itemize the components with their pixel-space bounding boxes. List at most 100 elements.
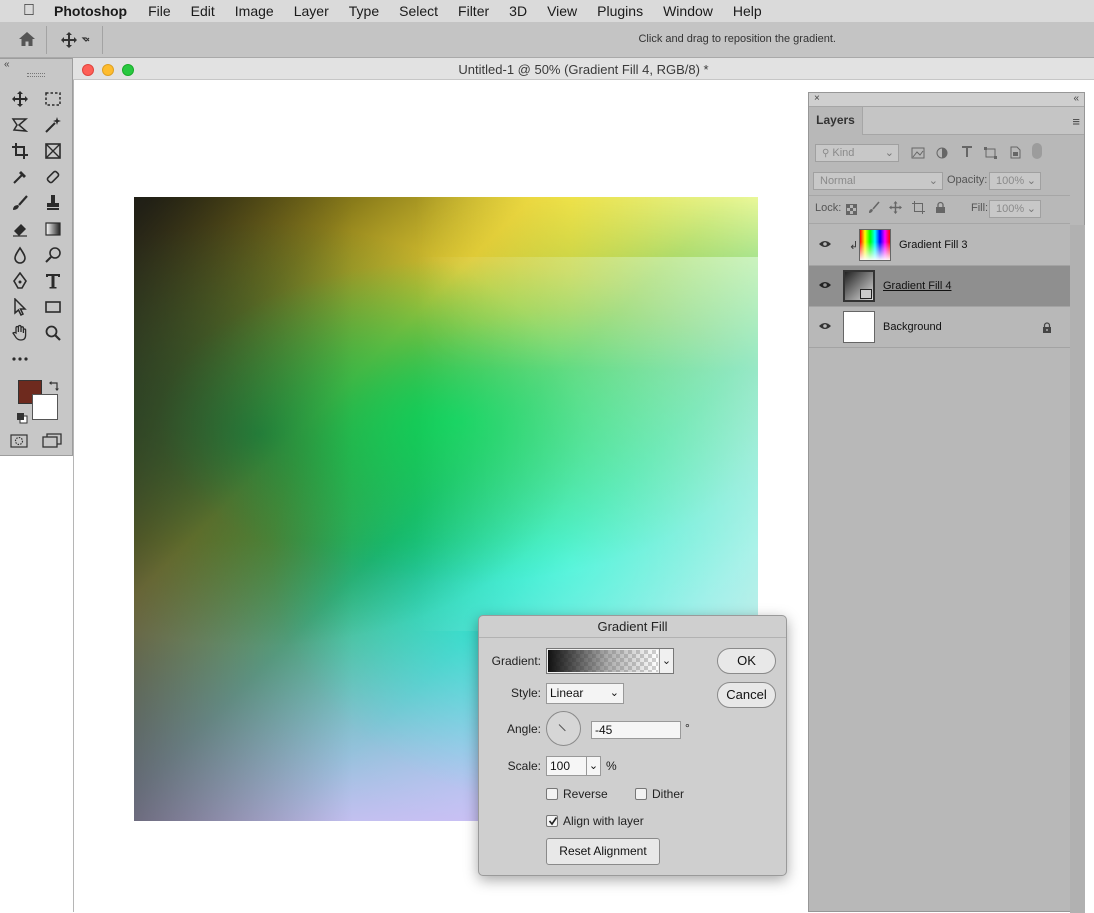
fill-value: 100% <box>996 203 1025 215</box>
collapse-panel-icon[interactable]: « <box>1073 93 1079 104</box>
crop-tool-icon[interactable] <box>8 140 32 162</box>
filter-adjustment-icon[interactable] <box>936 146 948 164</box>
chevron-down-icon[interactable]: ⌄ <box>586 757 600 775</box>
layer-row-gradient-fill-4[interactable]: Gradient Fill 4 <box>809 266 1070 307</box>
angle-dial-needle <box>558 724 566 732</box>
close-panel-icon[interactable]: × <box>814 93 820 104</box>
apple-icon[interactable]:  <box>18 2 40 20</box>
menu-file[interactable]: File <box>148 3 171 19</box>
frame-tool-icon[interactable] <box>41 140 65 162</box>
filter-toggle-switch[interactable] <box>1032 143 1042 159</box>
layer-thumbnail <box>843 270 875 302</box>
lock-all-icon[interactable] <box>935 201 946 219</box>
menu-image[interactable]: Image <box>235 3 274 19</box>
filter-kind-label: Kind <box>832 147 855 159</box>
angle-label: Angle: <box>506 722 541 736</box>
style-select[interactable]: Linear ⌄ <box>546 683 624 704</box>
blur-tool-icon[interactable] <box>8 244 32 266</box>
panel-menu-icon[interactable]: ≡ <box>1072 114 1080 129</box>
reset-alignment-button[interactable]: Reset Alignment <box>546 838 660 865</box>
lock-label: Lock: <box>815 202 842 214</box>
menu-view[interactable]: View <box>547 3 577 19</box>
collapse-panel-icon[interactable]: « <box>4 59 10 70</box>
eyedropper-tool-icon[interactable] <box>8 166 32 188</box>
menu-bar:  Photoshop File Edit Image Layer Type S… <box>0 0 1094 22</box>
lock-icon <box>1043 322 1051 333</box>
move-tool-icon[interactable] <box>8 88 32 110</box>
menu-edit[interactable]: Edit <box>191 3 215 19</box>
layer-row-gradient-fill-3[interactable]: ↲ Gradient Fill 3 <box>809 225 1070 266</box>
move-tool-preset-icon[interactable] <box>60 31 90 54</box>
rectangle-tool-icon[interactable] <box>41 296 65 318</box>
eraser-tool-icon[interactable] <box>8 218 32 240</box>
cancel-button[interactable]: Cancel <box>717 682 776 708</box>
dodge-tool-icon[interactable] <box>41 244 65 266</box>
filter-shape-icon[interactable] <box>984 146 997 164</box>
ok-button[interactable]: OK <box>717 648 776 674</box>
fill-label: Fill: <box>971 202 989 214</box>
layer-name[interactable]: Background <box>883 321 942 333</box>
menu-filter[interactable]: Filter <box>458 3 489 19</box>
zoom-tool-icon[interactable] <box>41 322 65 344</box>
clone-stamp-tool-icon[interactable] <box>41 192 65 214</box>
opacity-input[interactable]: 100% ⌄ <box>989 172 1041 190</box>
menu-help[interactable]: Help <box>733 3 762 19</box>
align-with-layer-checkbox[interactable] <box>546 815 558 827</box>
layer-name[interactable]: Gradient Fill 3 <box>899 239 967 251</box>
menu-window[interactable]: Window <box>663 3 713 19</box>
visibility-eye-icon[interactable] <box>818 321 832 331</box>
menu-select[interactable]: Select <box>399 3 438 19</box>
path-selection-tool-icon[interactable] <box>8 296 32 318</box>
tab-layers[interactable]: Layers <box>809 107 863 135</box>
filter-pixel-icon[interactable] <box>911 146 925 164</box>
screen-mode-icon[interactable] <box>42 433 64 454</box>
lock-transparent-icon[interactable] <box>846 202 857 220</box>
magic-wand-tool-icon[interactable] <box>41 114 65 136</box>
default-colors-icon[interactable] <box>16 411 28 429</box>
document-title: Untitled-1 @ 50% (Gradient Fill 4, RGB/8… <box>458 62 709 77</box>
filter-type-icon[interactable] <box>961 145 973 163</box>
menu-type[interactable]: Type <box>349 3 379 19</box>
hand-tool-icon[interactable] <box>8 322 32 344</box>
style-value: Linear <box>550 686 584 700</box>
visibility-eye-icon[interactable] <box>818 239 832 249</box>
layer-filter-kind-select[interactable]: ⚲ Kind ⌄ <box>815 144 899 162</box>
layer-row-background[interactable]: Background <box>809 307 1070 348</box>
lock-artboard-icon[interactable] <box>912 201 925 219</box>
gradient-tool-icon[interactable] <box>41 218 65 240</box>
marquee-tool-icon[interactable] <box>41 88 65 110</box>
background-color-swatch[interactable] <box>32 394 58 420</box>
gradient-fill-dialog: Gradient Fill Gradient: ⌄ OK Cancel Styl… <box>478 615 787 876</box>
home-icon[interactable] <box>18 31 36 52</box>
brush-tool-icon[interactable] <box>8 192 32 214</box>
chevron-down-icon[interactable]: ⌄ <box>659 649 673 673</box>
dither-checkbox[interactable] <box>635 788 647 800</box>
angle-input[interactable]: -45 <box>591 721 681 739</box>
quick-mask-icon[interactable] <box>10 434 28 453</box>
visibility-eye-icon[interactable] <box>818 280 832 290</box>
layer-name[interactable]: Gradient Fill 4 <box>883 280 951 292</box>
layer-thumbnail <box>859 229 891 261</box>
fill-input[interactable]: 100% ⌄ <box>989 200 1041 218</box>
healing-brush-tool-icon[interactable] <box>41 166 65 188</box>
lock-position-icon[interactable] <box>889 201 902 219</box>
gradient-preview-swatch[interactable] <box>548 650 658 672</box>
filter-smart-object-icon[interactable] <box>1009 146 1021 164</box>
panel-grip[interactable] <box>27 73 45 77</box>
layer-thumbnail <box>843 311 875 343</box>
gradient-picker[interactable]: ⌄ <box>546 648 674 674</box>
menu-app-name[interactable]: Photoshop <box>54 3 127 19</box>
layers-scrollbar[interactable] <box>1070 225 1085 913</box>
blend-mode-select[interactable]: Normal ⌄ <box>813 172 943 190</box>
type-tool-icon[interactable] <box>41 270 65 292</box>
pen-tool-icon[interactable] <box>8 270 32 292</box>
menu-layer[interactable]: Layer <box>294 3 329 19</box>
lasso-tool-icon[interactable] <box>8 114 32 136</box>
menu-3d[interactable]: 3D <box>509 3 527 19</box>
more-tools-icon[interactable] <box>8 348 32 370</box>
reverse-checkbox[interactable] <box>546 788 558 800</box>
scale-input[interactable]: 100 ⌄ <box>546 756 601 776</box>
angle-dial[interactable] <box>546 711 581 746</box>
lock-pixels-icon[interactable] <box>868 201 880 219</box>
menu-plugins[interactable]: Plugins <box>597 3 643 19</box>
